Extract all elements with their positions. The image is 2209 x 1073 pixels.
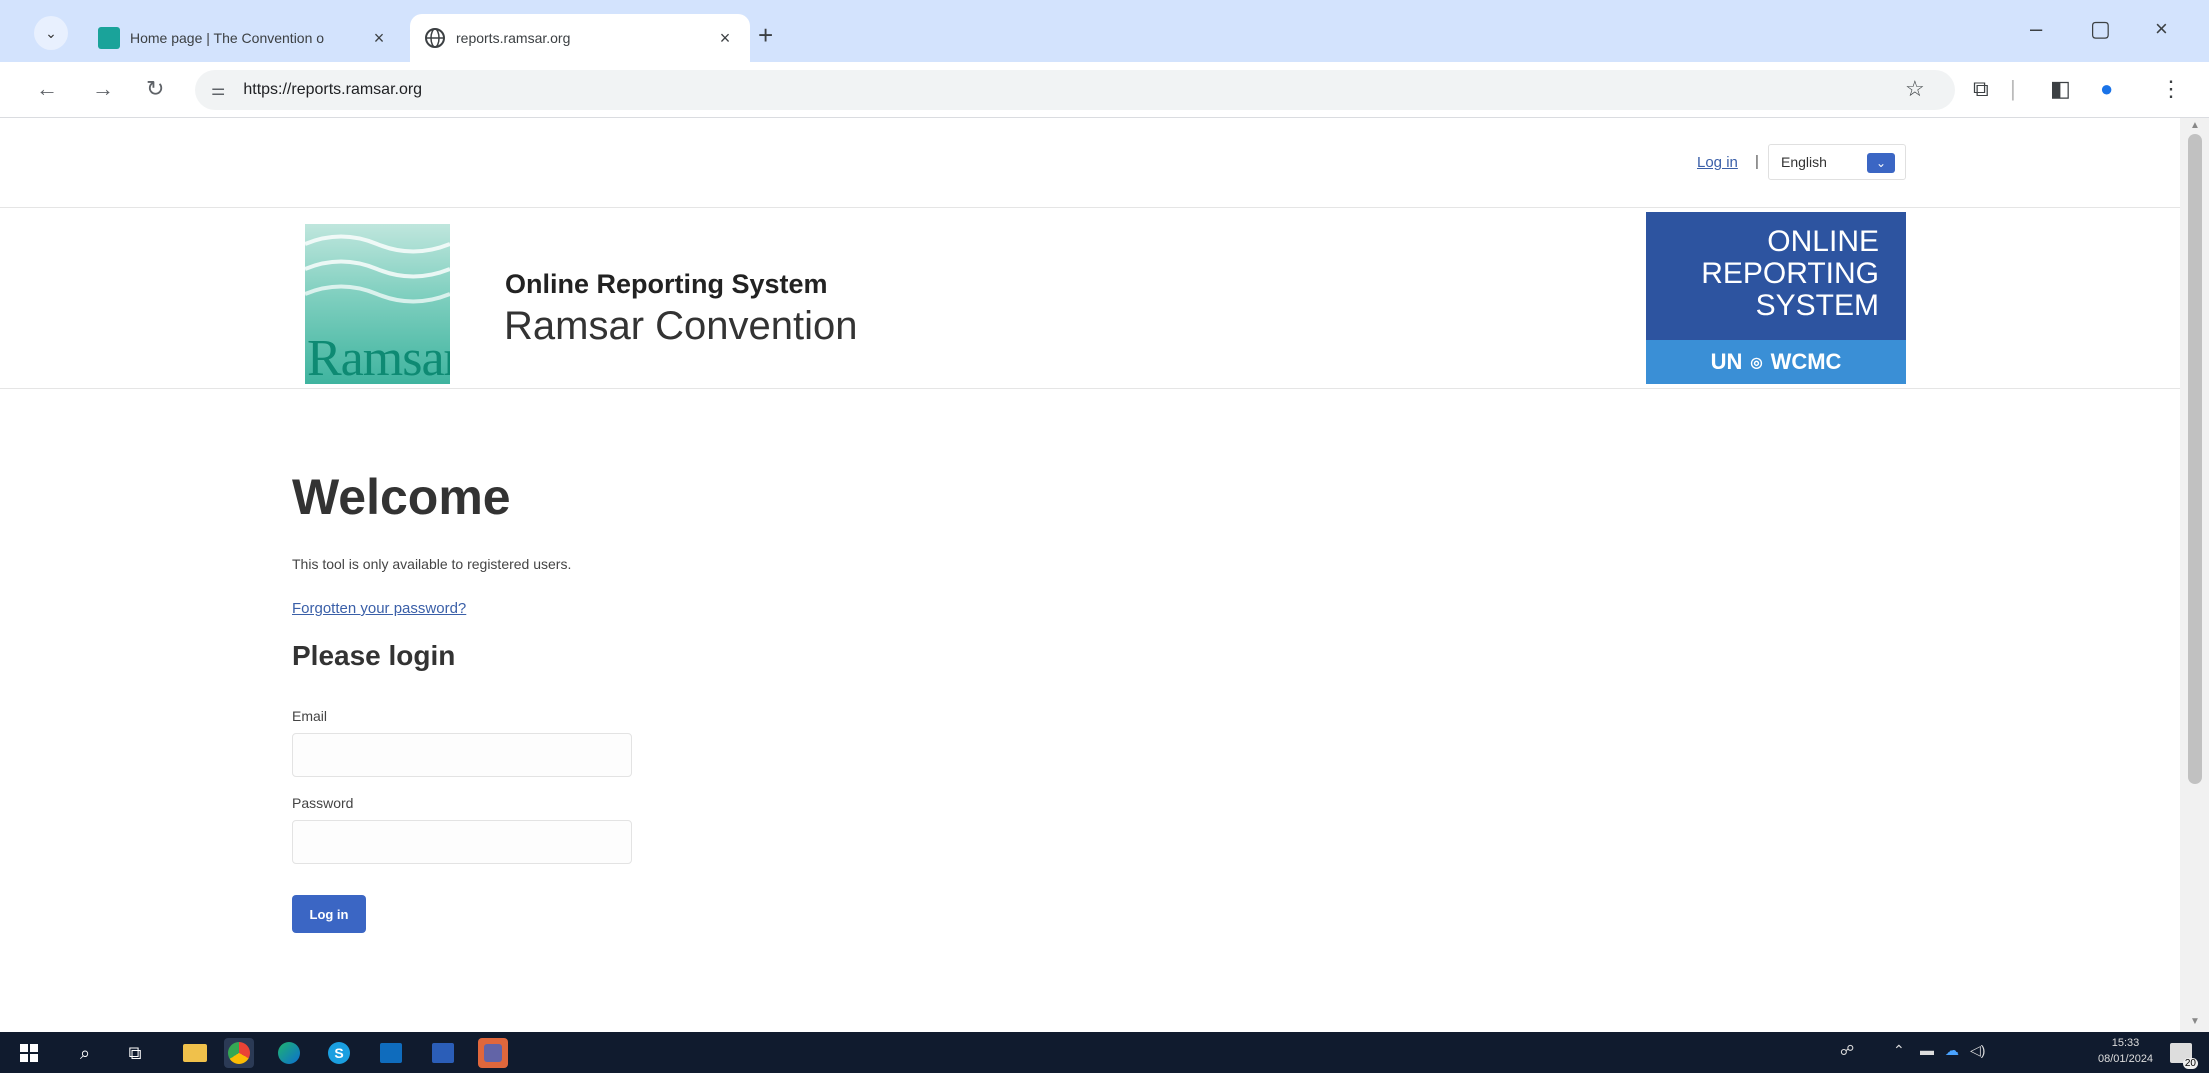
browser-toolbar: ← → ↻ ⚌ https://reports.ramsar.org ☆ ⧉ |…: [0, 62, 2209, 118]
system-title: Online Reporting System: [505, 269, 828, 299]
toolbar-divider: |: [2010, 76, 2016, 101]
back-icon[interactable]: ←: [36, 76, 58, 102]
close-tab-icon[interactable]: ×: [714, 28, 736, 49]
task-view-icon[interactable]: ⧉: [120, 1038, 150, 1068]
site-info-icon[interactable]: ⚌: [211, 80, 225, 100]
system-clock[interactable]: 15:33 08/01/2024: [2098, 1035, 2153, 1067]
un-wcmc-band: UN ◎ WCMC: [1646, 340, 1906, 384]
page-top-bar: Log in | English ⌄: [0, 118, 2180, 208]
password-field[interactable]: [292, 820, 632, 864]
teams-icon[interactable]: [478, 1038, 508, 1068]
people-icon[interactable]: ☍: [1840, 1042, 1854, 1059]
email-label: Email: [292, 708, 328, 724]
profile-avatar-icon[interactable]: ●: [2100, 76, 2113, 102]
volume-icon[interactable]: ◁): [1970, 1042, 1985, 1059]
bookmark-star-icon[interactable]: ☆: [1905, 76, 1925, 102]
un-emblem-icon: ◎: [1750, 353, 1763, 370]
reload-icon[interactable]: ↻: [146, 76, 164, 102]
site-header: Ramsar Online Reporting System Ramsar Co…: [0, 209, 2180, 389]
scroll-up-icon[interactable]: ▲: [2190, 120, 2200, 131]
skype-icon[interactable]: S: [324, 1038, 354, 1068]
tab-search-chevron-icon[interactable]: ⌄: [34, 16, 68, 50]
windows-start-icon[interactable]: [14, 1038, 44, 1068]
forward-icon[interactable]: →: [92, 76, 114, 102]
maximize-icon[interactable]: ▢: [2090, 16, 2111, 42]
notification-count: 20: [2182, 1058, 2198, 1069]
password-label: Password: [292, 795, 354, 811]
link-separator: |: [1755, 153, 1759, 170]
edge-icon[interactable]: [274, 1038, 304, 1068]
chevron-up-icon[interactable]: ⌃: [1893, 1042, 1905, 1059]
scroll-down-icon[interactable]: ▼: [2190, 1016, 2200, 1027]
file-explorer-icon[interactable]: [180, 1038, 210, 1068]
web-page: Log in | English ⌄ Ramsar Online Reporti…: [0, 118, 2180, 1032]
tab-title: reports.ramsar.org: [456, 30, 571, 46]
globe-icon: [424, 27, 446, 49]
tab-home-page[interactable]: Home page | The Convention o ×: [84, 14, 404, 62]
ors-logo: ONLINE REPORTING SYSTEM UN ◎ WCMC: [1646, 212, 1906, 384]
login-heading: Please login: [292, 640, 456, 671]
convention-favicon-icon: [98, 27, 120, 49]
language-value: English: [1781, 154, 1827, 170]
search-icon[interactable]: ⌕: [70, 1038, 100, 1068]
close-tab-icon[interactable]: ×: [368, 28, 390, 49]
language-select[interactable]: English ⌄: [1768, 144, 1906, 180]
tab-title: Home page | The Convention o: [130, 30, 325, 46]
url-text: https://reports.ramsar.org: [243, 81, 423, 98]
browser-menu-icon[interactable]: ⋮: [2160, 76, 2182, 102]
welcome-heading: Welcome: [292, 469, 511, 525]
browser-tab-bar: ⌄ Home page | The Convention o × reports…: [0, 0, 2209, 62]
outlook-icon[interactable]: [376, 1038, 406, 1068]
minimize-icon[interactable]: –: [2030, 16, 2042, 42]
extensions-icon[interactable]: ⧉: [1973, 76, 1989, 102]
ramsar-logo: Ramsar: [305, 224, 450, 384]
close-window-icon[interactable]: ×: [2155, 16, 2168, 42]
page-scrollbar[interactable]: ▲ ▼: [2180, 118, 2209, 1032]
chevron-down-icon[interactable]: ⌄: [1867, 153, 1895, 173]
system-subtitle: Ramsar Convention: [504, 304, 858, 348]
login-link[interactable]: Log in: [1697, 154, 1738, 171]
address-bar[interactable]: ⚌ https://reports.ramsar.org: [195, 70, 1955, 110]
tab-reports[interactable]: reports.ramsar.org ×: [410, 14, 750, 62]
scrollbar-thumb[interactable]: [2188, 134, 2202, 784]
email-field[interactable]: [292, 733, 632, 777]
battery-icon[interactable]: ▬: [1920, 1042, 1934, 1058]
side-panel-icon[interactable]: ◧: [2050, 76, 2071, 102]
ors-logo-text: ONLINE REPORTING SYSTEM: [1701, 225, 1879, 322]
windows-taskbar: ⌕ ⧉ S ☍ ⌃ ▬ ☁ ◁) 15:33 08/01/2024 20: [0, 1032, 2209, 1073]
logo-text: Ramsar: [307, 330, 450, 384]
notifications-icon[interactable]: 20: [2166, 1038, 2198, 1069]
word-icon[interactable]: [428, 1038, 458, 1068]
new-tab-button[interactable]: +: [758, 20, 773, 51]
forgot-password-link[interactable]: Forgotten your password?: [292, 600, 466, 617]
login-button[interactable]: Log in: [292, 895, 366, 933]
intro-text: This tool is only available to registere…: [292, 556, 572, 572]
chrome-icon[interactable]: [224, 1038, 254, 1068]
network-icon[interactable]: ☁: [1945, 1042, 1959, 1059]
